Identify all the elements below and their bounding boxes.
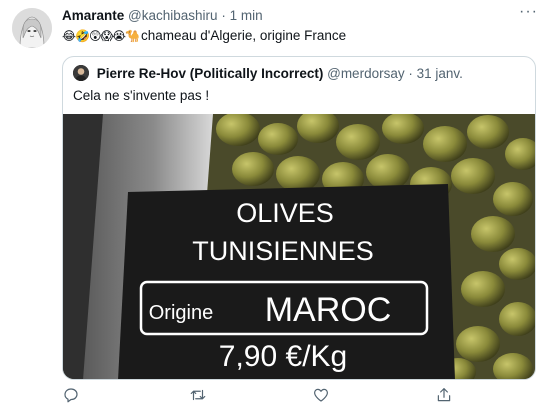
quoted-date[interactable]: 31 janv.	[417, 66, 463, 81]
share-button[interactable]	[435, 386, 455, 406]
tweet-header: Amarante @kachibashiru · 1 min ···	[62, 3, 538, 26]
quoted-display-name[interactable]: Pierre Re-Hov (Politically Incorrect)	[97, 66, 324, 81]
reply-icon	[64, 388, 78, 403]
retweet-button[interactable]	[189, 386, 209, 406]
reply-button[interactable]	[62, 386, 82, 406]
tweet-actions	[62, 386, 536, 406]
emoji-sequence: 😂🤣😲😱😭🐪	[62, 29, 140, 43]
quoted-tweet-header: Pierre Re-Hov (Politically Incorrect) @m…	[73, 65, 525, 81]
sign-line-2: TUNISIENNES	[192, 236, 374, 266]
retweet-icon	[190, 389, 206, 401]
quoted-tweet[interactable]: Pierre Re-Hov (Politically Incorrect) @m…	[62, 56, 536, 380]
tweet-body: chameau d'Algerie, origine France	[140, 28, 347, 43]
olives-photo: OLIVES TUNISIENNES Origine MAROC 7,90 €/…	[63, 114, 535, 379]
avatar-image	[12, 8, 52, 48]
user-handle[interactable]: @kachibashiru	[128, 8, 218, 23]
separator-dot: ·	[221, 8, 226, 23]
price-sign: OLIVES TUNISIENNES Origine MAROC 7,90 €/…	[118, 184, 455, 379]
quoted-avatar-image	[73, 65, 89, 81]
quoted-avatar[interactable]	[73, 65, 89, 81]
sign-origin-label: Origine	[149, 302, 213, 324]
tweet[interactable]: Amarante @kachibashiru · 1 min ··· 😂🤣😲😱😭…	[0, 0, 550, 418]
share-icon	[437, 388, 451, 402]
like-button[interactable]	[312, 386, 332, 406]
display-name[interactable]: Amarante	[62, 8, 124, 23]
timestamp[interactable]: 1 min	[230, 8, 263, 23]
avatar[interactable]	[12, 8, 52, 48]
quoted-tweet-text: Cela ne s'invente pas !	[73, 88, 210, 103]
sign-origin-country: MAROC	[265, 291, 392, 329]
sign-line-1: OLIVES	[236, 198, 334, 228]
quoted-media-image[interactable]: OLIVES TUNISIENNES Origine MAROC 7,90 €/…	[63, 114, 535, 379]
quoted-separator-dot: ·	[408, 66, 413, 81]
more-options-icon[interactable]: ···	[519, 3, 538, 21]
like-icon	[314, 388, 328, 402]
sign-price: 7,90 €/Kg	[219, 340, 347, 373]
tweet-text: 😂🤣😲😱😭🐪 chameau d'Algerie, origine France	[62, 27, 538, 45]
quoted-handle[interactable]: @merdorsay	[327, 66, 404, 81]
